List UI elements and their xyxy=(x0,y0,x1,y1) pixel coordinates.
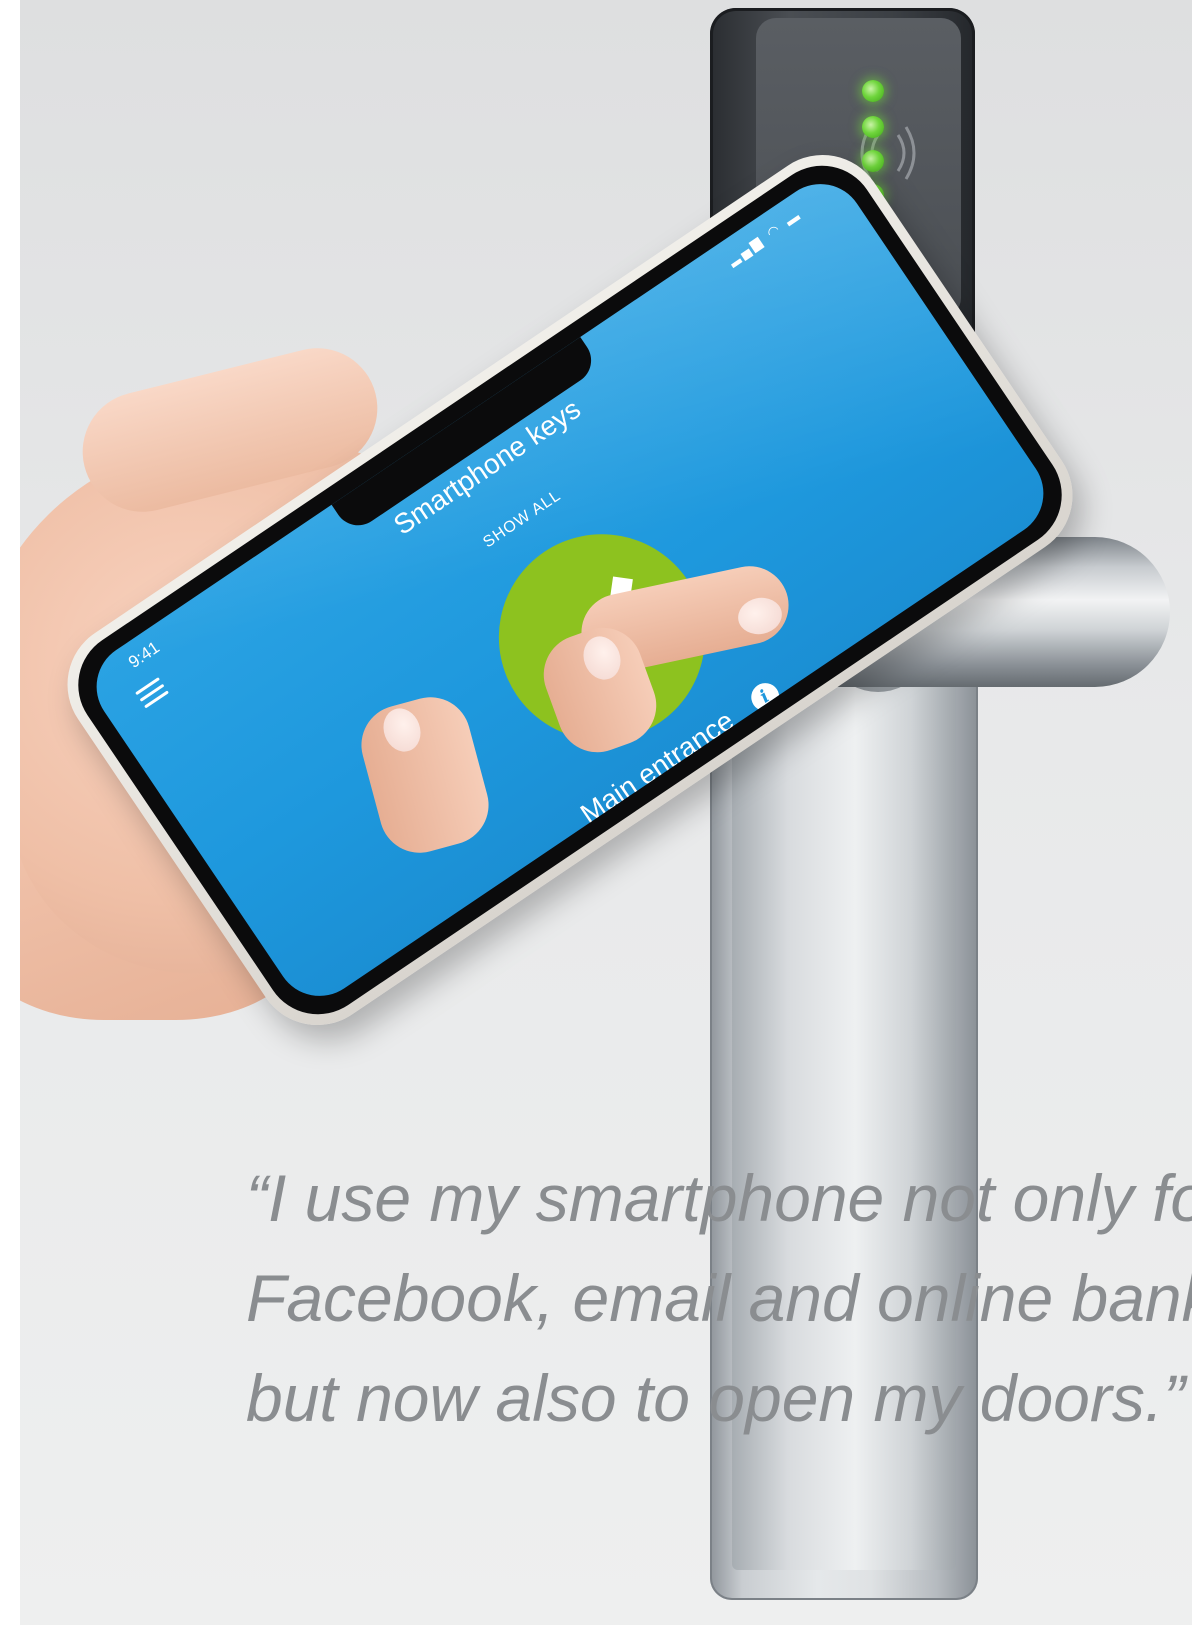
quote-line: Facebook, email and online banki xyxy=(246,1261,1192,1335)
photo-scene: 9:41 ▂▄▆ ◠ ▬ Smartphone keys SHOW ALL Ma… xyxy=(20,0,1192,1625)
quote-line: “I use my smartphone not only for xyxy=(246,1161,1192,1235)
status-led xyxy=(862,80,884,102)
quote-line: but now also to open my doors.” xyxy=(246,1361,1186,1435)
info-icon[interactable]: i xyxy=(745,677,785,717)
status-led xyxy=(862,150,884,172)
testimonial-quote: “I use my smartphone not only for Facebo… xyxy=(246,1148,1192,1448)
status-led xyxy=(862,116,884,138)
